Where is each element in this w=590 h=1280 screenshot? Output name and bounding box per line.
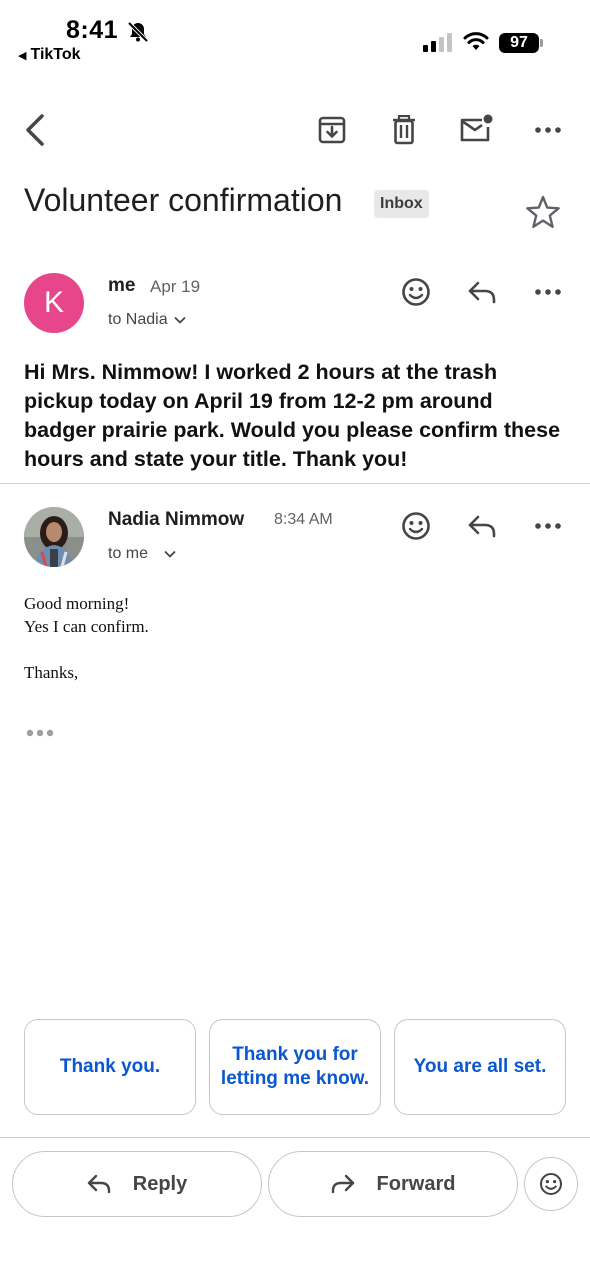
emoji-icon[interactable] [398, 274, 434, 310]
message-date: Apr 19 [150, 277, 201, 296]
message-body: Hi Mrs. Nimmow! I worked 2 hours at the … [24, 360, 561, 471]
message-time: 8:34 AM [274, 511, 333, 528]
more-options-icon[interactable] [530, 118, 566, 142]
recipient-label: to Nadia [108, 311, 168, 328]
body-blank-line [24, 638, 149, 661]
archive-icon[interactable] [314, 112, 350, 148]
battery-indicator: 97 [499, 33, 543, 53]
inbox-label-chip[interactable]: Inbox [374, 190, 429, 218]
trash-icon[interactable] [386, 112, 422, 148]
body-line: Good morning! [24, 594, 130, 613]
forward-label: Forward [376, 1172, 456, 1195]
more-icon[interactable] [530, 280, 566, 304]
reply-label: Reply [132, 1172, 188, 1195]
sender-name: Nadia Nimmow [108, 509, 245, 530]
back-icon[interactable] [18, 110, 52, 150]
reply-icon [87, 1174, 110, 1194]
forward-button[interactable]: Forward [268, 1151, 518, 1217]
recipient-details-toggle[interactable]: to Nadia [108, 311, 186, 329]
back-triangle-icon: ◀ [18, 49, 27, 62]
forward-icon [331, 1174, 354, 1194]
smart-reply-button[interactable]: Thank you for letting me know. [209, 1019, 381, 1115]
email-subject: Volunteer confirmation [24, 182, 343, 218]
back-to-app-link[interactable]: ◀ TikTok [18, 46, 81, 64]
reply-button[interactable]: Reply [12, 1151, 262, 1217]
sender-avatar[interactable]: K [24, 273, 84, 333]
more-icon[interactable] [530, 514, 566, 538]
message-divider [0, 483, 590, 484]
body-line: Thanks, [24, 663, 79, 682]
reply-icon[interactable] [464, 510, 500, 542]
show-trimmed-content-icon[interactable] [24, 724, 56, 742]
emoji-reaction-button[interactable] [524, 1157, 578, 1211]
star-icon[interactable] [524, 194, 562, 230]
back-app-label: TikTok [30, 46, 81, 63]
smart-reply-button[interactable]: Thank you. [24, 1019, 196, 1115]
reply-icon[interactable] [464, 276, 500, 308]
cellular-signal-icon [423, 33, 452, 52]
emoji-icon[interactable] [398, 508, 434, 544]
recipient-details-toggle[interactable]: to me [108, 545, 176, 563]
chevron-down-icon [164, 550, 176, 558]
chevron-down-icon [173, 316, 186, 324]
bell-muted-icon [127, 21, 149, 43]
smart-reply-button[interactable]: You are all set. [394, 1019, 566, 1115]
message-body: Good morning! Yes I can confirm. Thanks, [24, 592, 149, 684]
bottom-divider [0, 1137, 590, 1138]
status-time: 8:41 [66, 16, 119, 44]
body-line: Yes I can confirm. [24, 617, 149, 636]
emoji-icon [539, 1172, 563, 1196]
sender-avatar-photo[interactable] [24, 507, 84, 567]
sender-name: me [108, 275, 136, 296]
wifi-icon [463, 32, 489, 50]
mark-unread-icon[interactable] [456, 110, 496, 148]
recipient-label: to me [108, 545, 149, 562]
